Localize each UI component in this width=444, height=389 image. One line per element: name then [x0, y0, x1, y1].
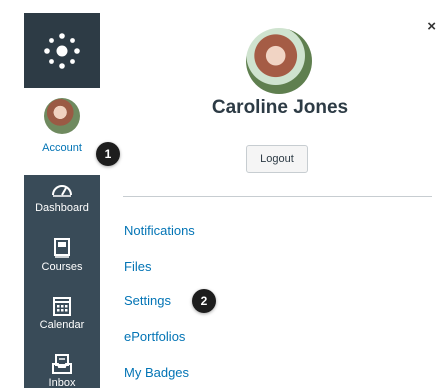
dashboard-icon [52, 185, 72, 197]
canvas-logo[interactable] [24, 13, 100, 88]
profile-avatar [246, 28, 312, 94]
nav-item-calendar[interactable]: Calendar [24, 296, 100, 331]
close-tray-button[interactable]: × [427, 18, 436, 35]
callout-badge-1: 1 [96, 142, 120, 166]
profile-name: Caroline Jones [211, 97, 349, 118]
canvas-logo-icon [44, 32, 80, 69]
logout-button[interactable]: Logout [246, 145, 308, 173]
nav-item-dashboard-label: Dashboard [35, 202, 89, 214]
tray-divider [123, 196, 432, 197]
nav-item-inbox-label: Inbox [48, 377, 76, 389]
tray-link-eportfolios[interactable]: ePortfolios [124, 329, 185, 344]
nav-item-account[interactable]: Account [24, 88, 100, 175]
tray-link-settings[interactable]: Settings [124, 293, 171, 308]
nav-item-account-label: Account [42, 142, 82, 154]
nav-item-calendar-label: Calendar [39, 319, 85, 331]
tray-link-notifications[interactable]: Notifications [124, 223, 195, 238]
nav-item-dashboard[interactable]: Dashboard [24, 181, 100, 214]
account-avatar [44, 98, 80, 134]
nav-item-inbox[interactable]: Inbox [24, 354, 100, 389]
calendar-icon [53, 297, 71, 316]
tray-link-my-badges[interactable]: My Badges [124, 365, 189, 380]
inbox-icon [52, 354, 72, 374]
courses-icon [54, 238, 70, 258]
callout-badge-2: 2 [192, 289, 216, 313]
nav-item-courses-label: Courses [41, 261, 83, 273]
global-nav-sidebar: Account Dashboard Courses Calendar Inbox [24, 13, 100, 389]
tray-link-files[interactable]: Files [124, 259, 151, 274]
nav-item-courses[interactable]: Courses [24, 238, 100, 273]
